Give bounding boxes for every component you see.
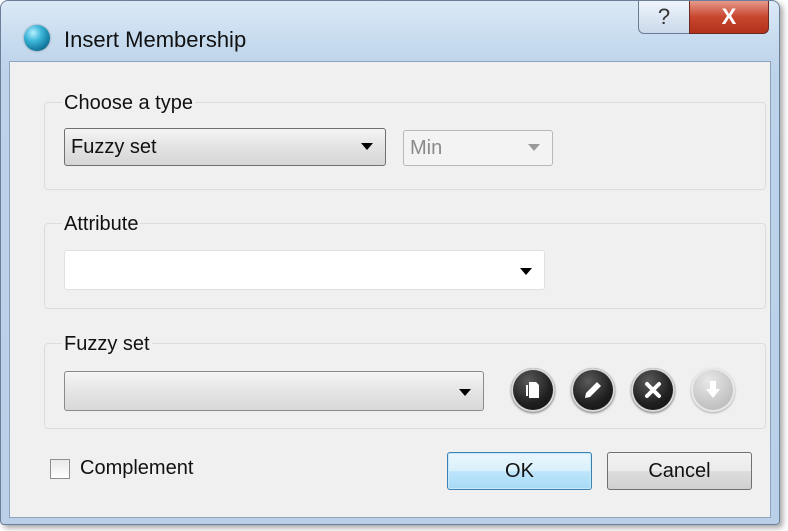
operator-select-value: Min bbox=[410, 136, 443, 159]
ok-button[interactable]: OK bbox=[447, 452, 592, 490]
type-select-value: Fuzzy set bbox=[71, 135, 157, 158]
cancel-button-label: Cancel bbox=[648, 459, 711, 482]
ok-button-label: OK bbox=[505, 459, 534, 482]
chevron-down-icon bbox=[520, 268, 532, 275]
help-icon: ? bbox=[657, 4, 671, 29]
close-icon: X bbox=[721, 4, 737, 29]
attribute-group-title: Attribute bbox=[62, 213, 141, 236]
app-icon bbox=[24, 25, 50, 51]
download-fuzzy-set-button[interactable] bbox=[691, 368, 735, 412]
type-select[interactable]: Fuzzy set bbox=[64, 128, 386, 166]
new-fuzzy-set-button[interactable] bbox=[511, 368, 555, 412]
fuzzy-set-group-title: Fuzzy set bbox=[62, 333, 152, 356]
delete-icon bbox=[645, 382, 661, 398]
complement-checkbox[interactable] bbox=[50, 459, 70, 479]
complement-label[interactable]: Complement bbox=[80, 457, 193, 480]
download-icon bbox=[706, 381, 720, 398]
chevron-down-icon bbox=[528, 144, 540, 151]
type-group-title: Choose a type bbox=[62, 92, 195, 115]
cancel-button[interactable]: Cancel bbox=[607, 452, 752, 490]
operator-select[interactable]: Min bbox=[403, 130, 553, 166]
attribute-select[interactable] bbox=[64, 250, 545, 290]
window-title: Insert Membership bbox=[64, 27, 247, 52]
close-button[interactable]: X bbox=[689, 1, 769, 34]
edit-icon bbox=[585, 382, 601, 398]
chevron-down-icon bbox=[459, 389, 471, 396]
new-icon bbox=[526, 382, 539, 398]
chevron-down-icon bbox=[361, 143, 373, 150]
help-button[interactable]: ? bbox=[638, 1, 690, 34]
edit-fuzzy-set-button[interactable] bbox=[571, 368, 615, 412]
delete-fuzzy-set-button[interactable] bbox=[631, 368, 675, 412]
fuzzy-set-select[interactable] bbox=[64, 371, 484, 411]
